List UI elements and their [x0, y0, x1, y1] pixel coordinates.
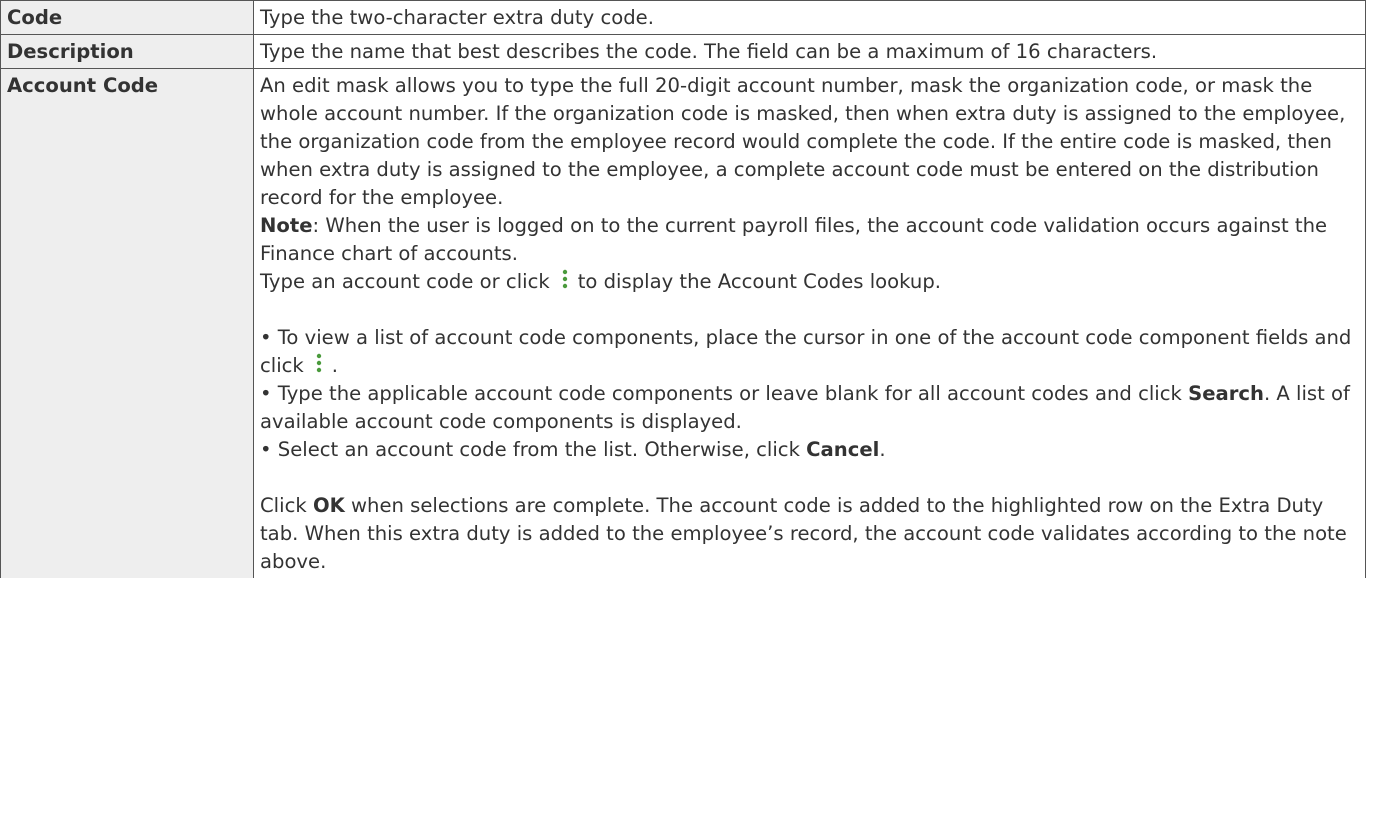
- table-row: Code Type the two-character extra duty c…: [0, 0, 1366, 35]
- bullet-item: • To view a list of account code compone…: [260, 324, 1359, 380]
- bullet-item: • Type the applicable account code compo…: [260, 380, 1359, 436]
- ok-label: OK: [312, 494, 345, 517]
- field-description-account-code: An edit mask allows you to type the full…: [253, 68, 1366, 578]
- table-row: Account Code An edit mask allows you to …: [0, 68, 1366, 578]
- field-description-description: Type the name that best describes the co…: [253, 34, 1366, 69]
- bullet-text: • Select an account code from the list. …: [260, 438, 800, 461]
- bullet-text: • Type the applicable account code compo…: [260, 382, 1182, 405]
- cancel-label: Cancel: [806, 438, 880, 461]
- vertical-dots-icon[interactable]: [558, 268, 572, 290]
- final-text-before: Click: [260, 494, 307, 517]
- final-text-after: when selections are complete. The accoun…: [260, 494, 1347, 573]
- vertical-dots-icon[interactable]: [312, 352, 326, 374]
- field-name-code: Code: [0, 0, 254, 35]
- field-name-description: Description: [0, 34, 254, 69]
- search-label: Search: [1188, 382, 1264, 405]
- note-paragraph: Note: When the user is logged on to the …: [260, 212, 1359, 268]
- note-text: : When the user is logged on to the curr…: [260, 214, 1328, 265]
- table-row: Description Type the name that best desc…: [0, 34, 1366, 69]
- account-code-intro: An edit mask allows you to type the full…: [260, 74, 1346, 209]
- lookup-instruction: Type an account code or click to display …: [260, 268, 1359, 296]
- note-label: Note: [260, 214, 313, 237]
- field-name-account-code: Account Code: [0, 68, 254, 578]
- field-description-code: Type the two-character extra duty code.: [253, 0, 1366, 35]
- bullet-end: .: [331, 354, 339, 377]
- bullet-text-after: .: [879, 438, 886, 461]
- lookup-text-before: Type an account code or click: [260, 270, 550, 293]
- final-paragraph: Click OK when selections are complete. T…: [260, 492, 1359, 576]
- bullet-text: • To view a list of account code compone…: [260, 326, 1352, 377]
- lookup-text-after: to display the Account Codes lookup.: [577, 270, 941, 293]
- field-definitions-table: Code Type the two-character extra duty c…: [0, 0, 1366, 578]
- bullet-item: • Select an account code from the list. …: [260, 436, 1359, 464]
